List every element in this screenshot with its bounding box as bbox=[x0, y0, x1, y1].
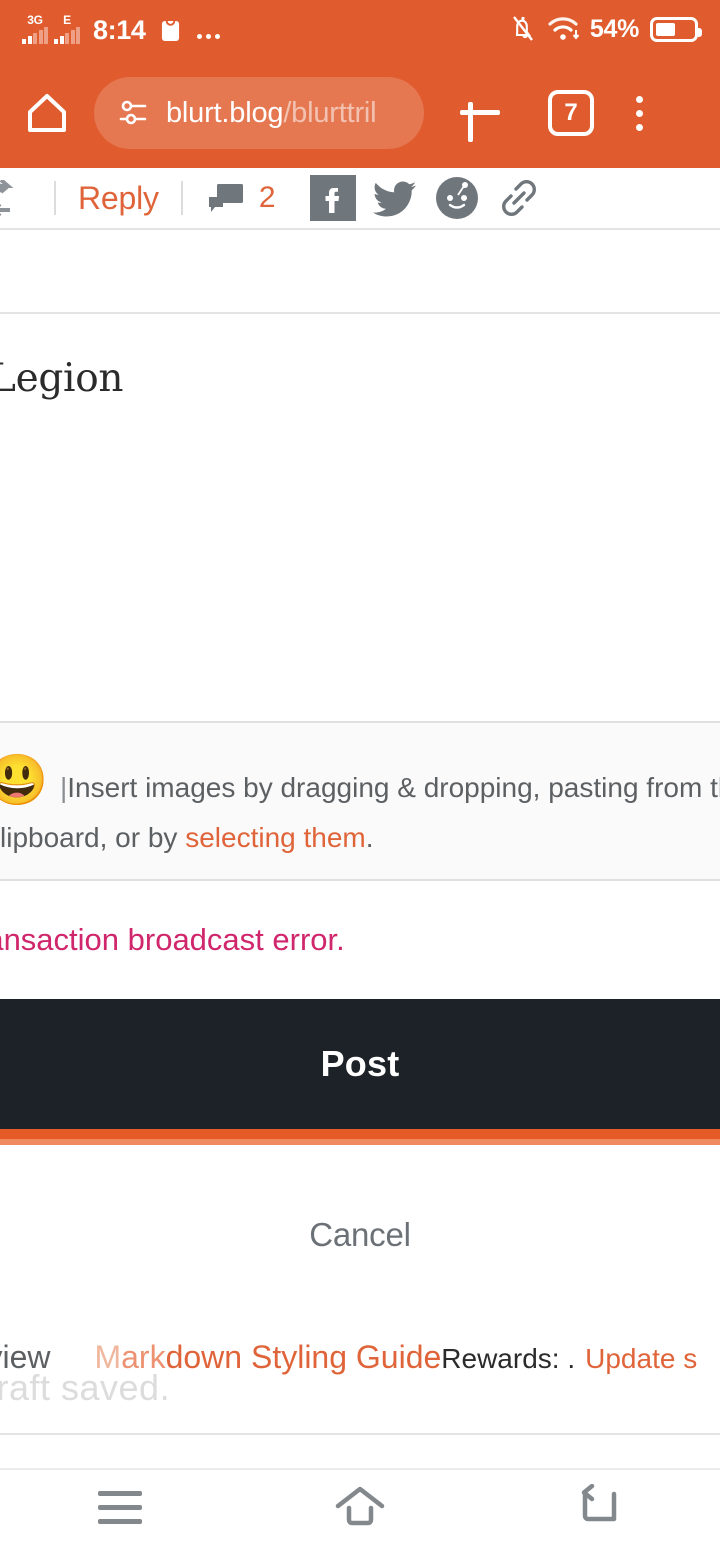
reply-button[interactable]: Reply bbox=[78, 180, 159, 217]
markdown-label-part3: down Styling Guide bbox=[165, 1339, 442, 1375]
bell-muted-icon bbox=[512, 16, 533, 41]
divider bbox=[54, 181, 56, 215]
home-button[interactable] bbox=[20, 86, 74, 140]
screen-root: 3G E 8:14 54% blurt.blog/blurttril 7 Rep… bbox=[0, 0, 720, 1544]
draft-saved-status: Draft saved. bbox=[0, 1367, 171, 1408]
clock-time: 8:14 bbox=[93, 14, 146, 45]
twitter-icon[interactable] bbox=[372, 175, 418, 221]
resteem-icon[interactable] bbox=[0, 180, 32, 216]
new-tab-button[interactable] bbox=[450, 83, 510, 143]
post-button[interactable]: Post bbox=[0, 999, 720, 1129]
cancel-button[interactable]: Cancel bbox=[309, 1216, 411, 1254]
insert-help-text: Insert images by dragging & dropping, pa… bbox=[67, 772, 720, 803]
status-bar-right: 54% bbox=[510, 14, 702, 44]
url-text: blurt.blog/blurttril bbox=[166, 96, 377, 130]
recents-icon bbox=[98, 1490, 142, 1524]
facebook-icon[interactable] bbox=[309, 175, 356, 221]
signal-bars-edge-icon: E bbox=[54, 12, 80, 44]
recents-button[interactable] bbox=[50, 1469, 190, 1544]
back-button[interactable] bbox=[530, 1469, 670, 1544]
comment-bubble-icon bbox=[208, 184, 243, 212]
battery-icon bbox=[650, 16, 702, 42]
android-nav-bar bbox=[0, 1468, 720, 1544]
select-images-link[interactable]: selecting them bbox=[185, 822, 366, 853]
post-button-label: Post bbox=[320, 1043, 400, 1084]
home-icon bbox=[28, 94, 66, 132]
editor-footer: review Markdown Styling Guide Rewards: .… bbox=[0, 1325, 720, 1435]
wifi-icon bbox=[548, 17, 579, 40]
comment-count-group[interactable]: 2 bbox=[207, 181, 276, 215]
editor-body: Legion bbox=[0, 314, 720, 721]
battery-percent-label: 54% bbox=[589, 14, 639, 43]
status-bar: 3G E 8:14 54% bbox=[0, 0, 720, 58]
insert-image-help[interactable]: 😃 |Insert images by dragging & dropping,… bbox=[0, 721, 720, 881]
tab-switcher-button[interactable]: 7 bbox=[548, 90, 594, 136]
signal-bars-3g-icon: 3G bbox=[22, 12, 48, 44]
browser-menu-button[interactable] bbox=[636, 95, 643, 131]
divider bbox=[0, 1433, 720, 1435]
insert-help-line2: clipboard, or by selecting them. bbox=[0, 815, 720, 861]
accent-bar bbox=[0, 1129, 720, 1139]
reddit-icon[interactable] bbox=[434, 175, 480, 221]
insert-help-line1: |Insert images by dragging & dropping, p… bbox=[60, 765, 720, 811]
address-bar[interactable]: blurt.blog/blurttril bbox=[94, 77, 424, 149]
sim2-network-label: E bbox=[63, 12, 71, 27]
sim1-network-label: 3G bbox=[27, 12, 43, 27]
social-share-group bbox=[309, 175, 542, 221]
link-icon[interactable] bbox=[496, 175, 542, 221]
post-action-bar: Reply 2 bbox=[0, 168, 720, 228]
insert-help-text-pre: clipboard, or by bbox=[0, 822, 186, 853]
rewards-label: Rewards: . bbox=[441, 1343, 576, 1374]
page-content: Reply 2 Legion 😃 |Insert images by dragg… bbox=[0, 168, 720, 1544]
comment-count-label: 2 bbox=[258, 181, 276, 214]
emoji-picker-icon[interactable]: 😃 bbox=[0, 751, 62, 809]
overflow-dots-icon bbox=[197, 33, 221, 39]
status-bar-left: 3G E 8:14 bbox=[22, 12, 510, 45]
error-message: ransaction broadcast error. bbox=[0, 922, 345, 957]
spacer bbox=[0, 230, 720, 312]
insert-help-text-post: . bbox=[365, 822, 374, 853]
cancel-row[interactable]: Cancel bbox=[0, 1145, 720, 1325]
home-nav-button[interactable] bbox=[290, 1469, 430, 1544]
tab-count-label: 7 bbox=[564, 99, 578, 126]
back-icon bbox=[581, 1484, 617, 1522]
divider bbox=[180, 181, 183, 215]
update-settings-link[interactable]: Update s bbox=[585, 1343, 697, 1375]
browser-toolbar: blurt.blog/blurttril 7 bbox=[0, 58, 720, 168]
post-title-input[interactable]: Legion bbox=[0, 314, 720, 401]
error-message-row: ransaction broadcast error. bbox=[0, 881, 720, 999]
site-settings-icon bbox=[119, 100, 147, 125]
post-body-input[interactable] bbox=[0, 401, 720, 721]
home-nav-icon bbox=[335, 1486, 385, 1526]
url-host: blurt.blog bbox=[166, 96, 284, 129]
shopping-bag-icon bbox=[162, 20, 180, 41]
url-path: /blurttril bbox=[283, 96, 377, 129]
